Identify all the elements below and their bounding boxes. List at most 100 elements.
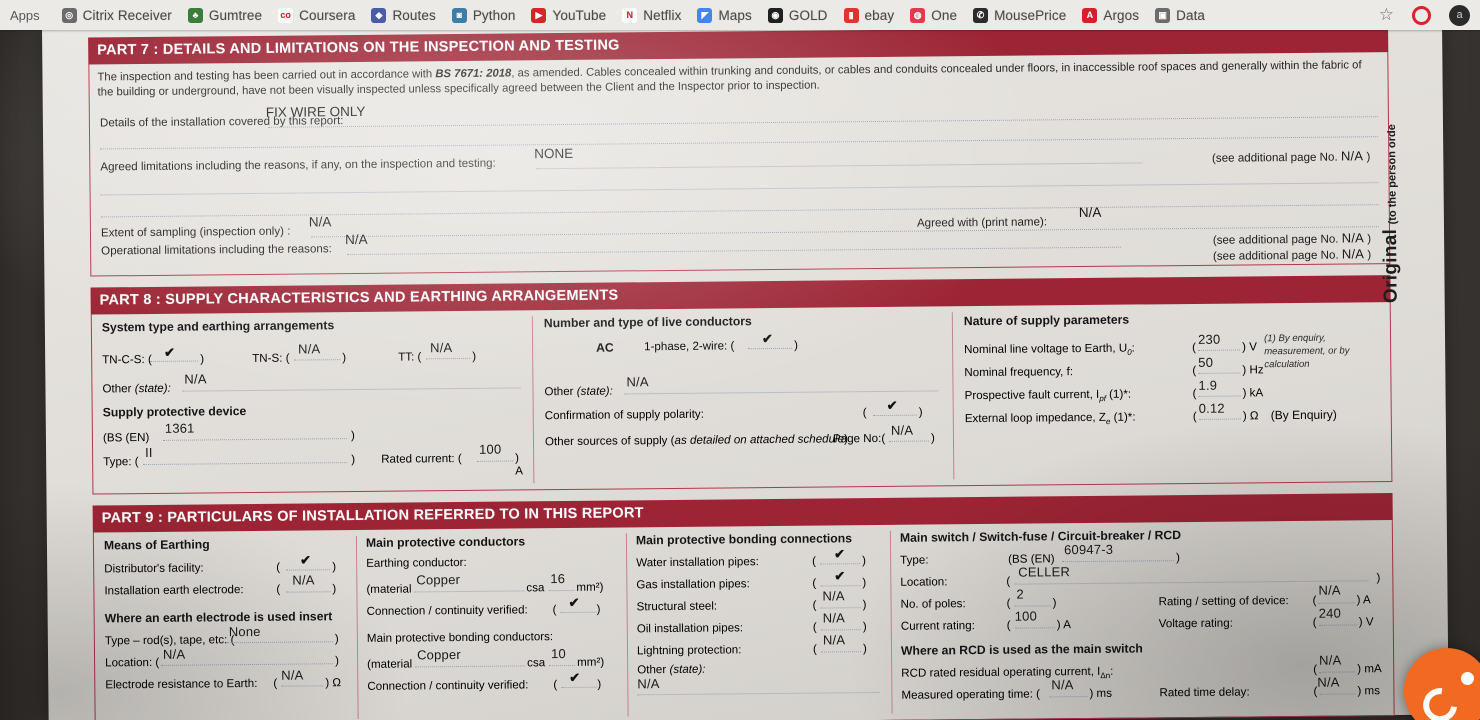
p9c3-other-dotline	[637, 691, 880, 696]
p9c3-other-value[interactable]: N/A	[637, 676, 659, 691]
agreed-limitations-value[interactable]: NONE	[534, 146, 573, 161]
bookmark-netflix[interactable]: N Netflix	[622, 7, 681, 23]
supply-param-unit: ) Ω	[1242, 409, 1259, 423]
avatar[interactable]: a	[1449, 4, 1470, 26]
bonding-material-value[interactable]: Copper	[417, 647, 461, 662]
operational-dotline	[347, 246, 1122, 256]
see-additional-2: (see additional page No. N/A )	[1212, 230, 1372, 247]
csa-value[interactable]: 16	[550, 571, 565, 586]
resistance-unit: ) Ω	[325, 676, 342, 690]
youtube-icon: ▶	[531, 7, 547, 23]
device-rating-value[interactable]: N/A	[1318, 583, 1340, 598]
bookmark-mouseprice[interactable]: ✆ MousePrice	[973, 7, 1066, 23]
verified-value[interactable]: ✔	[568, 595, 579, 611]
opera-icon[interactable]	[1412, 5, 1431, 25]
operational-value[interactable]: N/A	[345, 232, 368, 247]
bonding-csa-value[interactable]: 10	[551, 646, 566, 661]
tt-value[interactable]: N/A	[430, 340, 452, 355]
tt-dotline	[426, 357, 471, 360]
p8-other-value[interactable]: N/A	[184, 371, 206, 386]
electrode-location-value[interactable]: N/A	[163, 647, 185, 662]
bookmark-routes[interactable]: ◆ Routes	[371, 7, 436, 23]
switch-type-value[interactable]: 60947-3	[1064, 542, 1113, 557]
voltage-rating-value[interactable]: 240	[1319, 606, 1341, 621]
rated-unit: ) A	[515, 451, 524, 478]
electrode-value[interactable]: N/A	[292, 572, 314, 587]
bookmark-citrix-receiver[interactable]: ◎ Citrix Receiver	[61, 7, 172, 23]
part-9-section: PART 9 : PARTICULARS OF INSTALLATION REF…	[92, 493, 1395, 720]
bookmark-gold[interactable]: ◉ GOLD	[767, 7, 828, 23]
bookmark-ebay[interactable]: ▮ ebay	[843, 7, 895, 23]
apps-shortcut[interactable]: Apps	[10, 8, 40, 23]
supply-param-value[interactable]: 1.9	[1198, 378, 1217, 393]
p8c2-other-value[interactable]: N/A	[626, 374, 648, 389]
current-rating-value[interactable]: 100	[1015, 608, 1037, 623]
bonding-row-open: (	[812, 620, 817, 634]
bsen-value[interactable]: 1361	[165, 421, 195, 436]
bookmark-argos[interactable]: A Argos	[1082, 7, 1139, 23]
bookmark-python[interactable]: ◙ Python	[451, 7, 516, 23]
bookmark-gumtree[interactable]: ♣ Gumtree	[187, 7, 262, 23]
other-sources-italic: as detailed on attached schedule	[674, 432, 845, 447]
bonding-row-value[interactable]: ✔	[834, 568, 845, 584]
verified-label: Connection / continuity verified:	[366, 603, 528, 618]
phase-value[interactable]: ✔	[762, 331, 773, 347]
see-additional-2-label: (see additional page No.	[1212, 232, 1339, 247]
agreed-with-value[interactable]: N/A	[1079, 205, 1102, 220]
bonding-row-value[interactable]: ✔	[834, 546, 845, 562]
rcd-current-dotline	[1319, 671, 1356, 673]
bookmark-star-icon[interactable]: ☆	[1379, 5, 1394, 25]
rcd-current-value[interactable]: N/A	[1319, 653, 1341, 668]
time-delay-label: Rated time delay:	[1159, 685, 1250, 700]
supply-param-value[interactable]: 230	[1198, 332, 1220, 347]
part-8-section: PART 8 : SUPPLY CHARACTERISTICS AND EART…	[90, 275, 1393, 495]
bookmark-youtube[interactable]: ▶ YouTube	[531, 7, 606, 23]
polarity-close: )	[918, 405, 923, 419]
electrode-type-value[interactable]: None	[229, 624, 261, 639]
coursera-icon: co	[278, 7, 294, 23]
bonding-row-value[interactable]: N/A	[823, 610, 845, 625]
bonding-row-dotline	[820, 629, 861, 631]
supply-param-unit: ) kA	[1242, 386, 1264, 400]
measured-time-value[interactable]: N/A	[1051, 677, 1073, 692]
extent-value[interactable]: N/A	[309, 214, 332, 229]
tns-value[interactable]: N/A	[298, 341, 320, 356]
bonding-row-value[interactable]: N/A	[823, 632, 845, 647]
rated-current-value[interactable]: 100	[479, 442, 501, 457]
details-value[interactable]: FIX WIRE ONLY	[266, 104, 366, 120]
tns-close: )	[342, 351, 347, 365]
tncs-value[interactable]: ✔	[164, 345, 175, 361]
page-no-value[interactable]: N/A	[891, 423, 913, 438]
electrode-label: Installation earth electrode:	[104, 583, 244, 598]
bookmark-one[interactable]: ◍ One	[910, 7, 957, 23]
one-icon: ◍	[910, 7, 926, 23]
switch-location-value[interactable]: CELLER	[1018, 564, 1070, 579]
switch-location-label: Location:	[900, 575, 948, 589]
spd-type-value[interactable]: II	[145, 445, 153, 460]
material-value[interactable]: Copper	[416, 572, 460, 587]
polarity-value[interactable]: ✔	[887, 398, 898, 414]
see-additional-1-label: (see additional page No.	[1211, 150, 1338, 165]
page-no-close: )	[930, 431, 935, 445]
extent-label: Extent of sampling (inspection only) :	[100, 224, 291, 240]
bookmark-data[interactable]: ▣ Data	[1155, 7, 1206, 23]
time-delay-value[interactable]: N/A	[1317, 675, 1339, 690]
supply-param-value[interactable]: 0.12	[1199, 401, 1225, 416]
bookmark-coursera[interactable]: co Coursera	[278, 7, 355, 23]
poles-value[interactable]: 2	[1016, 587, 1024, 602]
bonding-verified-value[interactable]: ✔	[569, 670, 580, 686]
bookmark-label: Data	[1176, 7, 1206, 23]
distributor-value[interactable]: ✔	[300, 552, 311, 568]
bonding-row-value[interactable]: N/A	[822, 588, 844, 603]
electrode-resistance-value[interactable]: N/A	[281, 668, 303, 683]
csa-unit: mm²)	[576, 580, 604, 594]
supply-param-value[interactable]: 50	[1198, 355, 1213, 370]
bookmark-maps[interactable]: ◤ Maps	[697, 7, 752, 23]
resistance-dotline	[281, 685, 324, 687]
bonding-row-dotline	[820, 563, 861, 565]
material-dotline	[414, 590, 525, 593]
bonding-verified-dotline	[561, 686, 598, 689]
polarity-dotline	[872, 414, 917, 417]
current-rating-open: (	[1006, 618, 1011, 632]
p8c2-other-word: Other	[544, 384, 574, 399]
